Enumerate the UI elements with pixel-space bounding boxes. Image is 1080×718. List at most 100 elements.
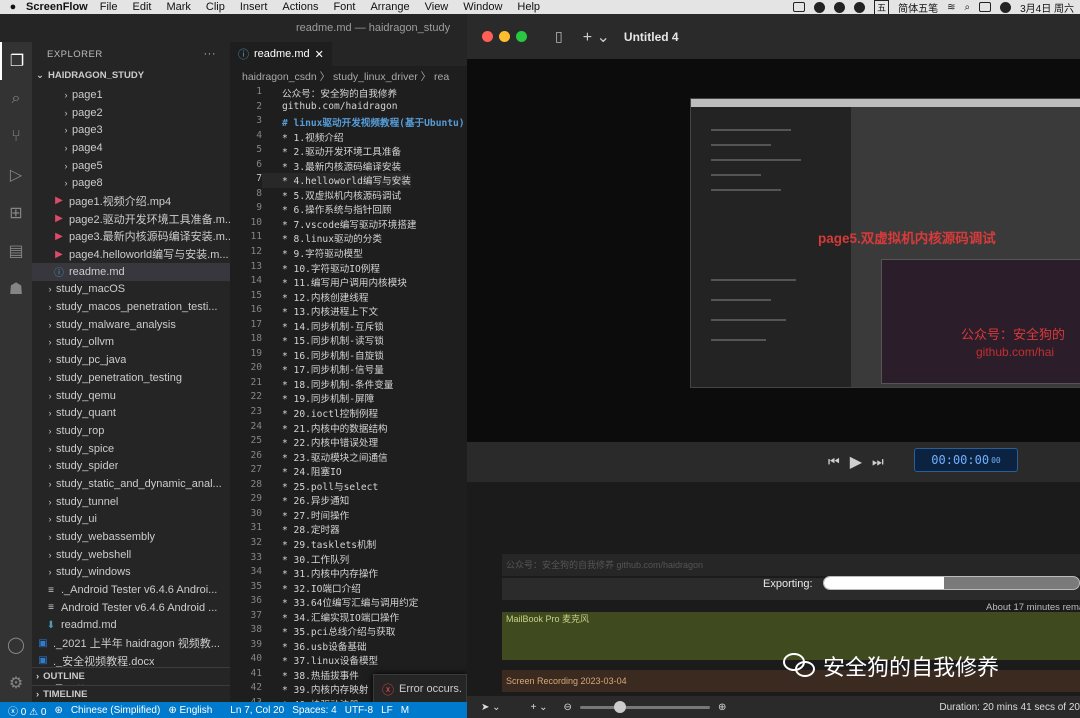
code-line[interactable]: 25 * 22.内核中错误处理 <box>230 435 467 450</box>
code-line[interactable]: 12 * 9.字符驱动模型 <box>230 246 467 261</box>
search-icon[interactable]: ⌕ <box>0 80 32 118</box>
code-line[interactable]: 30 * 27.时间操作 <box>230 508 467 523</box>
add-media-icon[interactable]: + ⌄ <box>583 27 610 47</box>
tree-folder[interactable]: › page2 <box>32 104 230 122</box>
code-line[interactable]: 35 * 32.IO端口介绍 <box>230 581 467 596</box>
error-count[interactable]: ⓧ 0 ⚠ 0 <box>8 703 46 718</box>
tree-folder[interactable]: › study_penetration_testing <box>32 369 230 387</box>
code-line[interactable]: 18 * 15.同步机制-读写锁 <box>230 333 467 348</box>
tree-file[interactable]: ⓘ readme.md <box>32 262 230 281</box>
tree-folder[interactable]: › study_macos_penetration_testi... <box>32 298 230 316</box>
menu-item-view[interactable]: View <box>425 1 449 13</box>
tree-folder[interactable]: › study_spice <box>32 440 230 458</box>
more-actions-icon[interactable]: ··· <box>204 48 217 60</box>
source-control-icon[interactable]: ⑂ <box>0 118 32 156</box>
tree-folder[interactable]: › page4 <box>32 139 230 157</box>
tree-folder[interactable]: › page3 <box>32 121 230 139</box>
extensions-icon[interactable]: ⊞ <box>0 194 32 232</box>
alien-icon[interactable]: ☗ <box>0 270 32 308</box>
zoom-in-icon[interactable]: ⊕ <box>718 702 726 713</box>
menu-item-window[interactable]: Window <box>463 1 502 13</box>
tree-folder[interactable]: › study_malware_analysis <box>32 316 230 334</box>
outline-section[interactable]: › OUTLINE <box>32 667 230 684</box>
code-line[interactable]: 21 * 18.同步机制-条件变量 <box>230 377 467 392</box>
code-line[interactable]: 9 * 6.操作系统与指针回顾 <box>230 202 467 217</box>
fast-forward-icon[interactable]: ⏭ <box>872 454 884 470</box>
code-line[interactable]: 38 * 35.pci总线介绍与获取 <box>230 624 467 639</box>
tree-folder[interactable]: › page5 <box>32 157 230 175</box>
tree-folder[interactable]: › study_pc_java <box>32 351 230 369</box>
tree-file[interactable]: ▶ page1.视频介绍.mp4 <box>32 192 230 210</box>
code-line[interactable]: 32 * 29.tasklets机制 <box>230 537 467 552</box>
code-line[interactable]: 11 * 8.linux驱动的分类 <box>230 231 467 246</box>
timeline-section[interactable]: › TIMELINE <box>32 685 230 702</box>
code-line[interactable]: 33 * 30.工作队列 <box>230 552 467 567</box>
menu-item-actions[interactable]: Actions <box>282 1 318 13</box>
code-lines[interactable]: 1 公众号：安全狗的自我修养 2 github.com/haidragon 3 # lin… <box>230 86 467 702</box>
tree-folder[interactable]: › page8 <box>32 174 230 192</box>
code-line[interactable]: 27 * 24.阻塞IO <box>230 464 467 479</box>
close-window-icon[interactable] <box>482 31 493 42</box>
menu-item-mark[interactable]: Mark <box>166 1 190 13</box>
play-icon[interactable]: ▶ <box>850 452 862 472</box>
code-line[interactable]: 31 * 28.定时器 <box>230 522 467 537</box>
rewind-icon[interactable]: ⏮ <box>828 454 840 470</box>
zoom-window-icon[interactable] <box>516 31 527 42</box>
code-line[interactable]: 40 * 37.linux设备模型 <box>230 653 467 668</box>
code-line[interactable]: 8 * 5.双虚拟机内核源码调试 <box>230 188 467 203</box>
code-line[interactable]: 28 * 25.poll与select <box>230 479 467 494</box>
tree-folder[interactable]: › study_webassembly <box>32 528 230 546</box>
mode-status[interactable]: M <box>401 705 409 716</box>
code-line[interactable]: 20 * 17.同步机制-信号量 <box>230 362 467 377</box>
code-line[interactable]: 29 * 26.异步通知 <box>230 493 467 508</box>
close-icon[interactable]: ✕ <box>315 48 324 61</box>
zoom-slider[interactable] <box>579 700 710 713</box>
language-status[interactable]: Chinese (Simplified) <box>71 705 160 716</box>
tree-folder[interactable]: › study_ui <box>32 511 230 529</box>
tree-file[interactable]: ≡ Android Tester v6.4.6 Android ... <box>32 599 230 617</box>
tree-folder[interactable]: › study_macOS <box>32 281 230 299</box>
code-line[interactable]: 26 * 23.驱动模块之间通信 <box>230 450 467 465</box>
screen-record-icon[interactable] <box>793 2 806 12</box>
run-debug-icon[interactable]: ▷ <box>0 156 32 194</box>
preview-canvas[interactable]: page5.双虚拟机内核源码调试 公众号：安全狗的 github.com/hai <box>467 60 1080 442</box>
explorer-icon[interactable]: ❐ <box>0 42 32 80</box>
siri-icon[interactable] <box>1000 1 1012 13</box>
menu-item-insert[interactable]: Insert <box>240 1 268 13</box>
code-line[interactable]: 34 * 31.内核中内存操作 <box>230 566 467 581</box>
code-line[interactable]: 4 * 1.视频介绍 <box>230 130 467 145</box>
code-line[interactable]: 23 * 20.ioctl控制例程 <box>230 406 467 421</box>
tree-file[interactable]: ▶ page4.helloworld编写与安装.m... <box>32 245 230 263</box>
input-method-label[interactable]: 简体五笔 <box>898 0 938 15</box>
tree-folder[interactable]: › study_static_and_dynamic_anal... <box>32 475 230 493</box>
code-line[interactable]: 14 * 11.编写用户调用内核模块 <box>230 275 467 290</box>
zoom-out-icon[interactable]: ⊖ <box>564 702 572 713</box>
pointer-tool-icon[interactable]: ➤ ⌄ <box>481 702 501 713</box>
code-line[interactable]: 7 * 4.helloworld编写与安装 <box>230 173 467 188</box>
menu-clock[interactable]: 3月4日 周六 <box>1020 0 1074 15</box>
code-line[interactable]: 17 * 14.同步机制-互斥锁 <box>230 319 467 334</box>
apple-icon[interactable]: ● <box>0 1 26 13</box>
menu-app-name[interactable]: ScreenFlow <box>26 1 88 13</box>
control-center-icon[interactable] <box>979 2 992 12</box>
tree-file[interactable]: ≡ ._Android Tester v6.4.6 Androi... <box>32 581 230 599</box>
encoding-status[interactable]: UTF-8 <box>345 705 373 716</box>
add-track-icon[interactable]: + ⌄ <box>531 702 548 713</box>
tab-readme[interactable]: ⓘ readme.md ✕ <box>230 42 332 66</box>
tree-folder[interactable]: › page1 <box>32 86 230 104</box>
indentation-status[interactable]: Spaces: 4 <box>292 705 336 716</box>
live-share-icon[interactable]: ⊛ <box>54 705 62 716</box>
account-icon[interactable]: ◯ <box>0 626 32 664</box>
locale-status[interactable]: ⊕ English <box>168 705 212 716</box>
search-icon[interactable]: ⌕ <box>964 2 970 13</box>
tree-file[interactable]: ⬇ readmd.md <box>32 617 230 635</box>
wifi-icon[interactable]: ≋ <box>947 2 955 13</box>
code-line[interactable]: 5 * 2.驱动开发环境工具准备 <box>230 144 467 159</box>
wechat-icon[interactable] <box>854 1 866 13</box>
root-folder[interactable]: ⌄ HAIDRAGON_STUDY <box>32 66 230 84</box>
menu-item-help[interactable]: Help <box>517 1 540 13</box>
tree-folder[interactable]: › study_spider <box>32 457 230 475</box>
code-line[interactable]: 22 * 19.同步机制-屏障 <box>230 391 467 406</box>
tree-folder[interactable]: › study_tunnel <box>32 493 230 511</box>
tree-file[interactable]: ▶ page3.最新内核源码编译安装.m... <box>32 228 230 246</box>
